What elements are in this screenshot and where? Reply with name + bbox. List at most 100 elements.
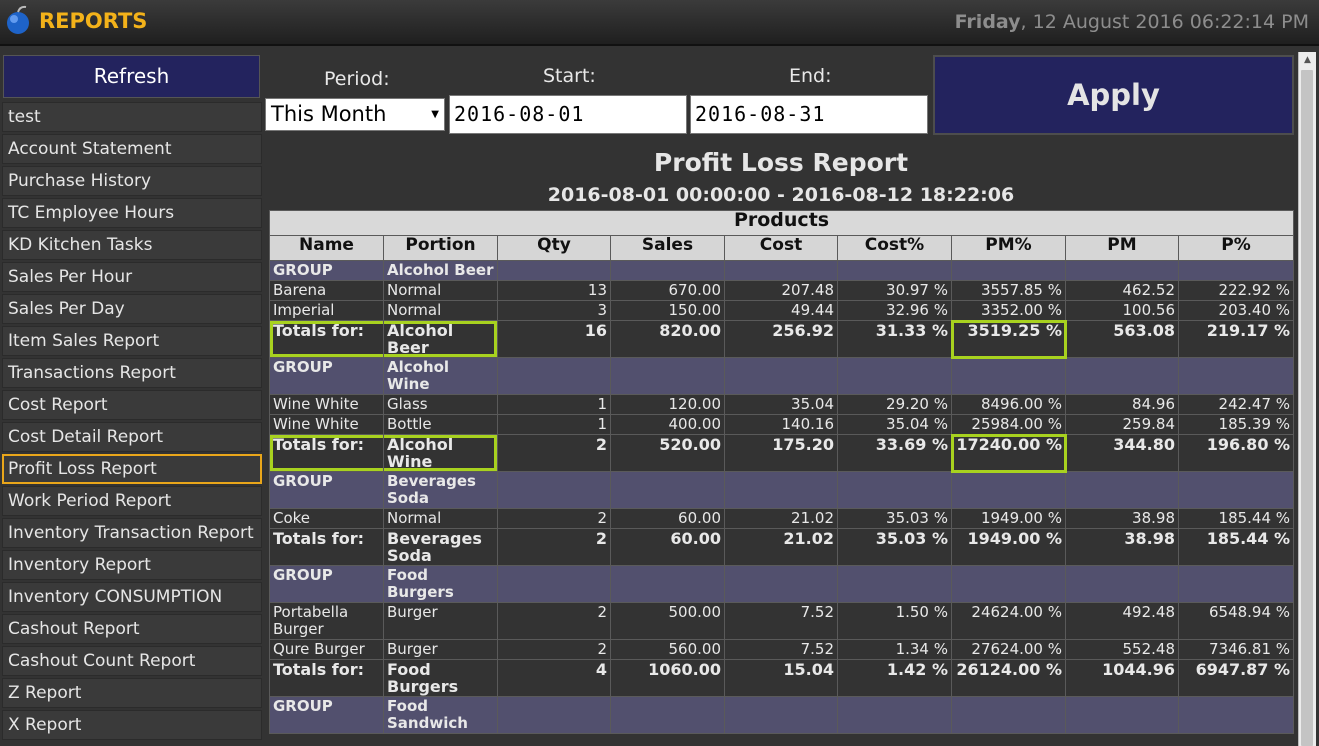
column-header-cost-pct: Cost% [837, 235, 952, 261]
totals-row: Totals for: Beverages Soda 2 60.00 21.02 35.0… [269, 528, 1295, 566]
cell-pm-pct: 27624.00 % [951, 639, 1066, 660]
total-cost: 175.20 [724, 434, 838, 472]
sidebar-item-x-report[interactable]: X Report [2, 710, 262, 740]
scroll-thumb[interactable] [1301, 70, 1313, 746]
group-name: Food Sandwich [383, 696, 498, 734]
sidebar-item-test[interactable]: test [2, 102, 262, 132]
total-pm: 563.08 [1065, 320, 1179, 358]
column-header-cost: Cost [724, 235, 838, 261]
sidebar-item-inventory-report[interactable]: Inventory Report [2, 550, 262, 580]
refresh-button[interactable]: Refresh [3, 55, 260, 98]
sidebar-item-inventory-transaction-report[interactable]: Inventory Transaction Report [2, 518, 262, 548]
sidebar-item-cashout-report[interactable]: Cashout Report [2, 614, 262, 644]
empty-cell [1065, 696, 1179, 734]
empty-cell [610, 565, 725, 603]
empty-cell [1177, 565, 1295, 603]
total-pm-pct: 1949.00 % [951, 528, 1066, 566]
total-pm: 344.80 [1065, 434, 1179, 472]
total-cost: 256.92 [724, 320, 838, 358]
cell-pm: 38.98 [1065, 508, 1179, 529]
sidebar-item-cost-detail-report[interactable]: Cost Detail Report [2, 422, 262, 452]
scroll-up-icon[interactable]: ▲ [1299, 52, 1316, 68]
cell-p-pct: 185.39 % [1177, 414, 1295, 435]
cell-qty: 1 [497, 414, 611, 435]
sidebar-item-sales-per-hour[interactable]: Sales Per Hour [2, 262, 262, 292]
sidebar-item-item-sales-report[interactable]: Item Sales Report [2, 326, 262, 356]
totals-label: Totals for: [269, 434, 384, 472]
sidebar-item-inventory-consumption[interactable]: Inventory CONSUMPTION [2, 582, 262, 612]
profit-loss-table: Products Name Portion Qty Sales Cost Cost% PM%… [268, 210, 1295, 734]
sidebar-item-z-report[interactable]: Z Report [2, 678, 262, 708]
cell-cost: 207.48 [724, 280, 838, 301]
empty-cell [724, 471, 838, 509]
column-header-p-pct: P% [1177, 235, 1295, 261]
sidebar-item-work-period-report[interactable]: Work Period Report [2, 486, 262, 516]
group-name: Alcohol Beer [383, 260, 498, 281]
sidebar-item-cashout-count-report[interactable]: Cashout Count Report [2, 646, 262, 676]
empty-cell [1177, 260, 1295, 281]
total-cost-pct: 31.33 % [837, 320, 952, 358]
group-label: GROUP [269, 357, 384, 395]
app-title: REPORTS [39, 9, 148, 33]
cell-p-pct: 7346.81 % [1177, 639, 1295, 660]
total-pm-pct: 3519.25 % [950, 319, 1067, 359]
total-cost-pct: 35.03 % [837, 528, 952, 566]
cell-name: Coke [269, 508, 384, 529]
total-portion: Food Burgers [383, 659, 498, 697]
sidebar-item-purchase-history[interactable]: Purchase History [2, 166, 262, 196]
cell-p-pct: 185.44 % [1177, 508, 1295, 529]
empty-cell [497, 357, 611, 395]
sidebar-item-sales-per-day[interactable]: Sales Per Day [2, 294, 262, 324]
group-name: Food Burgers [383, 565, 498, 603]
total-qty: 2 [497, 434, 611, 472]
total-p-pct: 219.17 % [1177, 320, 1295, 358]
cell-pm-pct: 25984.00 % [951, 414, 1066, 435]
report-title: Profit Loss Report [653, 148, 909, 177]
cell-pm: 100.56 [1065, 300, 1179, 321]
total-pm: 1044.96 [1065, 659, 1179, 697]
cell-portion: Normal [383, 280, 498, 301]
cell-p-pct: 242.47 % [1177, 394, 1295, 415]
group-row: GROUP Beverages Soda [269, 471, 1295, 509]
empty-cell [610, 357, 725, 395]
empty-cell [610, 260, 725, 281]
sidebar-item-kd-kitchen-tasks[interactable]: KD Kitchen Tasks [2, 230, 262, 260]
group-row: GROUP Alcohol Wine [269, 357, 1295, 395]
group-label: GROUP [269, 696, 384, 734]
total-cost: 21.02 [724, 528, 838, 566]
vertical-scrollbar[interactable]: ▲ [1298, 52, 1316, 746]
sidebar-item-profit-loss-report[interactable]: Profit Loss Report [2, 454, 262, 484]
totals-label: Totals for: [269, 528, 384, 566]
empty-cell [951, 471, 1066, 509]
group-row: GROUP Food Sandwich [269, 696, 1295, 734]
group-row: GROUP Food Burgers [269, 565, 1295, 603]
sidebar-item-cost-report[interactable]: Cost Report [2, 390, 262, 420]
report-date-range: 2016-08-01 00:00:00 - 2016-08-12 18:22:0… [547, 184, 1015, 206]
current-day: Friday [954, 11, 1021, 33]
cell-qty: 13 [497, 280, 611, 301]
group-name: Beverages Soda [383, 471, 498, 509]
cell-pm: 462.52 [1065, 280, 1179, 301]
apply-button[interactable]: Apply [933, 55, 1294, 135]
total-pm-pct: 26124.00 % [951, 659, 1066, 697]
sidebar-item-transactions-report[interactable]: Transactions Report [2, 358, 262, 388]
period-select[interactable]: This Month ▼ [265, 98, 445, 131]
cell-pm-pct: 3557.85 % [951, 280, 1066, 301]
empty-cell [1065, 357, 1179, 395]
cell-portion: Burger [383, 602, 498, 640]
sidebar-item-account-statement[interactable]: Account Statement [2, 134, 262, 164]
report-list: test Account Statement Purchase History TC … [2, 102, 262, 742]
column-header-pm-pct: PM% [951, 235, 1066, 261]
cell-name: Barena [269, 280, 384, 301]
sidebar-item-tc-employee-hours[interactable]: TC Employee Hours [2, 198, 262, 228]
end-date-input[interactable]: 2016-08-31 [690, 95, 928, 134]
table-row: Wine White Glass 1 120.00 35.04 29.20 % 8496.0… [269, 394, 1295, 415]
cell-cost-pct: 30.97 % [837, 280, 952, 301]
empty-cell [1177, 471, 1295, 509]
empty-cell [1177, 696, 1295, 734]
total-cost-pct: 33.69 % [837, 434, 952, 472]
group-row: GROUP Alcohol Beer [269, 260, 1295, 281]
cell-portion: Normal [383, 300, 498, 321]
empty-cell [497, 471, 611, 509]
start-date-input[interactable]: 2016-08-01 [449, 95, 687, 134]
